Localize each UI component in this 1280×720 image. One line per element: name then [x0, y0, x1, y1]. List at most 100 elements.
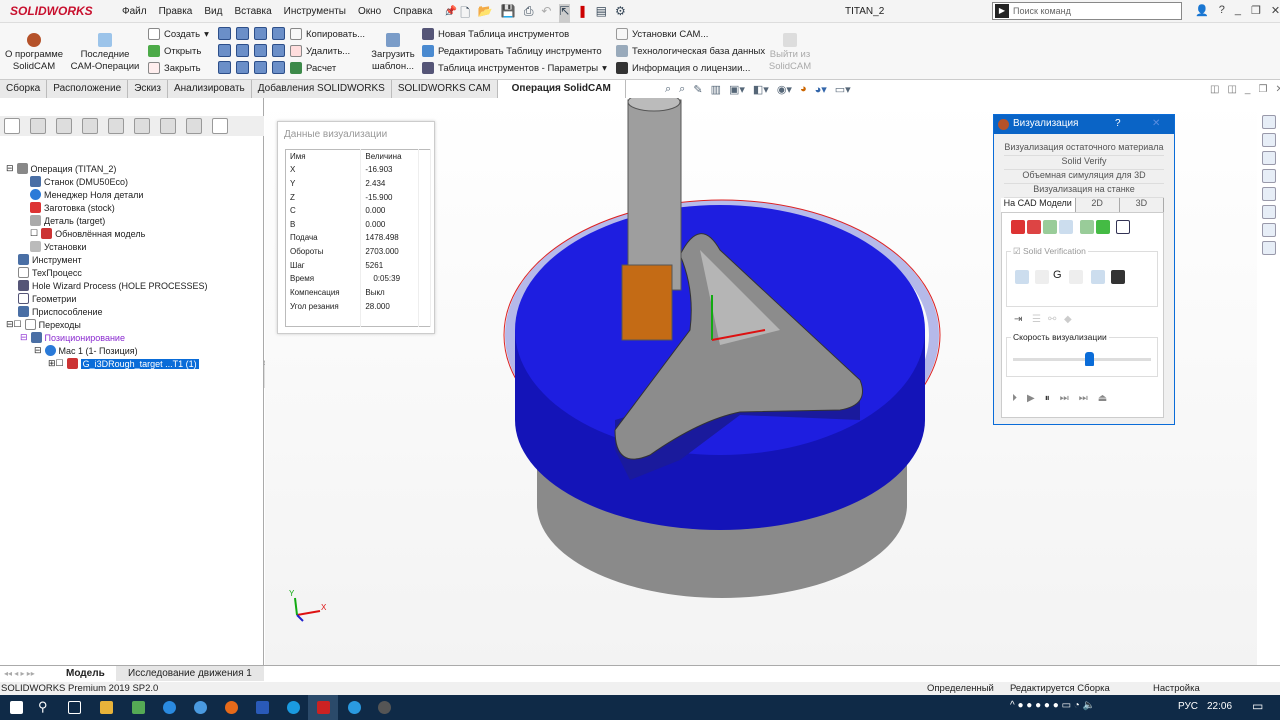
help-button[interactable]: ?: [1115, 118, 1121, 129]
zoom-area-icon[interactable]: ⌕: [679, 83, 685, 96]
print-icon[interactable]: ⎙: [524, 4, 534, 25]
tree-item-selected[interactable]: ⊞☐ G_i3DRough_target ...T1 (1): [48, 357, 199, 370]
panel-right-icon[interactable]: ◫: [1227, 84, 1236, 95]
recent-cam-operations-button[interactable]: Последние CAM-Операции: [68, 33, 142, 73]
save-icon[interactable]: 💾: [501, 4, 516, 25]
eject-icon[interactable]: ⏏: [1098, 393, 1107, 404]
tool-table-params-button[interactable]: Таблица инструментов - Параметры ▾: [422, 62, 607, 74]
display-manager-tab-icon[interactable]: [108, 118, 124, 134]
view-icon[interactable]: [218, 44, 231, 57]
undo-icon[interactable]: ↶: [541, 4, 551, 25]
menu-file[interactable]: Файл: [122, 6, 147, 17]
tree-item[interactable]: ⊟ Mac 1 (1- Позиция): [34, 344, 138, 357]
tree-item[interactable]: ☐ Обновлённая модель: [30, 227, 145, 240]
tree-item[interactable]: Hole Wizard Process (HOLE PROCESSES): [18, 279, 208, 292]
command-search-input[interactable]: Поиск команд: [992, 2, 1182, 20]
panel-left-icon[interactable]: ◫: [1210, 84, 1219, 95]
scene-icon[interactable]: ◕▾: [815, 83, 827, 96]
view-icon[interactable]: [218, 61, 231, 74]
view-icon[interactable]: [254, 44, 267, 57]
tab-remaining-material[interactable]: Визуализация остаточного материала: [1004, 142, 1164, 156]
system-tray-icons[interactable]: ^ ● ● ● ● ● ▭ ◔ 🔈: [1010, 700, 1095, 711]
tab-2d[interactable]: 2D: [1076, 198, 1120, 212]
fixture-tab-icon[interactable]: [186, 118, 202, 134]
view-icon[interactable]: [254, 27, 267, 40]
table-view-icon[interactable]: [1116, 220, 1130, 234]
view-icon[interactable]: [272, 27, 285, 40]
tab-layout[interactable]: Расположение: [47, 80, 129, 98]
home-icon[interactable]: ⌂: [445, 4, 452, 25]
rebuild-icon[interactable]: ❚: [578, 4, 588, 25]
hide-show-icon[interactable]: ◉▾: [777, 83, 792, 96]
cam-settings-button[interactable]: Установки CAM...: [616, 28, 708, 40]
menu-window[interactable]: Окно: [358, 6, 381, 17]
firefox-taskbar-icon[interactable]: [225, 701, 238, 714]
tech-database-button[interactable]: Технологическая база данных: [616, 45, 765, 57]
verify-section-icon[interactable]: [1069, 270, 1083, 284]
tool-holder-icon[interactable]: [1059, 220, 1073, 234]
file-explorer-icon[interactable]: [1261, 151, 1276, 165]
copy-button[interactable]: Копировать...: [290, 28, 365, 40]
file-explorer-taskbar-icon[interactable]: [100, 701, 113, 714]
new-tool-table-button[interactable]: Новая Таблица инструментов: [422, 28, 569, 40]
menu-help[interactable]: Справка: [393, 6, 432, 17]
tool-2d-icon[interactable]: [1043, 220, 1057, 234]
menu-insert[interactable]: Вставка: [234, 6, 271, 17]
tree-item[interactable]: Приспособление: [18, 305, 103, 318]
tree-item[interactable]: Геометрии: [18, 292, 76, 305]
tab-evaluate[interactable]: Анализировать: [168, 80, 252, 98]
tree-item[interactable]: Инструмент: [18, 253, 82, 266]
custom-properties-icon[interactable]: [1261, 205, 1276, 219]
create-button[interactable]: Создать ▾: [148, 28, 209, 40]
stock-display-icon[interactable]: [1011, 220, 1025, 234]
open-icon[interactable]: 📂: [478, 4, 493, 25]
new-icon[interactable]: 🗋: [460, 4, 470, 25]
restore-icon[interactable]: ❐: [1251, 4, 1261, 17]
help-icon[interactable]: ?: [1219, 4, 1225, 17]
appearance-icon[interactable]: ◕: [800, 83, 807, 96]
tab-motion-study[interactable]: Исследование движения 1: [116, 666, 264, 681]
configuration-manager-tab-icon[interactable]: [56, 118, 72, 134]
menu-tools[interactable]: Инструменты: [284, 6, 346, 17]
app-taskbar-icon[interactable]: [378, 701, 391, 714]
telegram-taskbar-icon[interactable]: [348, 701, 361, 714]
tree-item[interactable]: Деталь (target): [30, 214, 105, 227]
forum-icon[interactable]: [1261, 241, 1276, 255]
feature-manager-tab-icon[interactable]: [4, 118, 20, 134]
skype-taskbar-icon[interactable]: [287, 701, 300, 714]
verify-icon[interactable]: [1015, 270, 1029, 284]
tab-sketch[interactable]: Эскиз: [128, 80, 168, 98]
tools-tab-icon[interactable]: [160, 118, 176, 134]
view-icon[interactable]: [254, 61, 267, 74]
tab-assembly[interactable]: Сборка: [0, 80, 48, 98]
tab-addins[interactable]: Добавления SOLIDWORKS: [252, 80, 392, 98]
export-icon[interactable]: ⇥: [1014, 314, 1022, 325]
viewport-restore-icon[interactable]: ❐: [1258, 84, 1267, 95]
view-settings-icon[interactable]: ▭▾: [835, 83, 851, 96]
tree-item[interactable]: ⊟ Позиционирование: [20, 331, 125, 344]
tree-item[interactable]: ⊟ Операция (TITAN_2): [6, 162, 116, 175]
language-indicator[interactable]: РУС: [1178, 701, 1198, 712]
minimize-icon[interactable]: _: [1235, 4, 1241, 17]
tree-item[interactable]: ТехПроцесс: [18, 266, 82, 279]
view-icon[interactable]: [236, 27, 249, 40]
tab-3d-simulation[interactable]: Объемная симуляция для 3D: [1004, 170, 1164, 184]
tab-scroll-arrows[interactable]: ◂◂ ◂ ▸ ▸▸: [4, 669, 35, 678]
speed-slider[interactable]: [1013, 358, 1151, 361]
exit-solidcam-button[interactable]: Выйти из SolidCAM: [766, 33, 814, 73]
view-palette-icon[interactable]: [1261, 169, 1276, 183]
tab-model[interactable]: Модель: [60, 668, 111, 679]
search-icon[interactable]: ⚲: [38, 699, 48, 715]
link-icon[interactable]: ⚯: [1048, 314, 1056, 325]
windows-start-icon[interactable]: [10, 701, 23, 714]
clock[interactable]: 22:06: [1207, 701, 1232, 712]
browser-taskbar-icon[interactable]: [163, 701, 176, 714]
list-icon[interactable]: ☰: [1032, 314, 1041, 325]
speed-slider-thumb[interactable]: [1084, 352, 1094, 366]
options-gear-icon[interactable]: ⚙: [615, 4, 626, 25]
view-icon[interactable]: [218, 27, 231, 40]
view-orientation-icon[interactable]: ▣▾: [729, 83, 745, 96]
property-manager-tab-icon[interactable]: [30, 118, 46, 134]
cone-icon[interactable]: [1096, 220, 1110, 234]
tree-item[interactable]: Заготовка (stock): [30, 201, 115, 214]
